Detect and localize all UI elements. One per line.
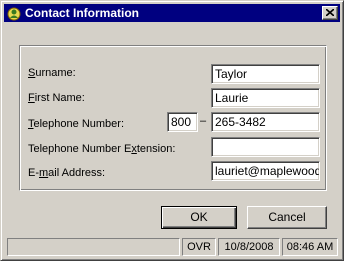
first-name-label-text: irst Name: [34,92,85,104]
area-code-field[interactable]: 800 [167,112,198,132]
extension-label-text: tension: [136,143,176,155]
close-button[interactable] [322,6,338,20]
window-title: Contact Information [25,6,139,20]
contact-information-dialog: Contact Information Surname: Taylor Firs… [0,0,344,261]
email-label-access-key: m [39,167,49,179]
status-message-panel [7,238,180,256]
surname-field[interactable]: Taylor [211,64,320,84]
app-contact-icon [6,5,22,21]
ok-button[interactable]: OK [161,206,237,229]
extension-label: Telephone Number Extension: [28,143,175,155]
status-date: 10/8/2008 [218,238,280,256]
surname-label: Surname: [28,67,76,79]
extension-label-prefix: Telephone Number E [28,143,132,155]
email-field[interactable]: lauriet@maplewood.c [211,161,320,181]
status-ovr-indicator: OVR [182,238,216,256]
surname-label-text: urname: [35,67,76,79]
telephone-label: Telephone Number: [28,118,124,130]
cancel-button[interactable]: Cancel [247,206,327,229]
first-name-label: First Name: [28,92,85,104]
phone-separator: – [200,115,207,127]
first-name-label-access-key: F [28,92,35,104]
email-label: E-mail Address: [28,167,105,179]
first-name-field[interactable]: Laurie [211,88,320,108]
extension-field[interactable] [211,137,320,157]
close-icon [326,9,334,16]
email-label-text: ail Address: [48,167,106,179]
status-time: 08:46 AM [282,238,338,256]
phone-number-field[interactable]: 265-3482 [211,112,320,132]
telephone-label-text: elephone Number: [33,118,125,130]
title-bar[interactable]: Contact Information [4,4,340,22]
email-label-prefix: E- [28,167,39,179]
